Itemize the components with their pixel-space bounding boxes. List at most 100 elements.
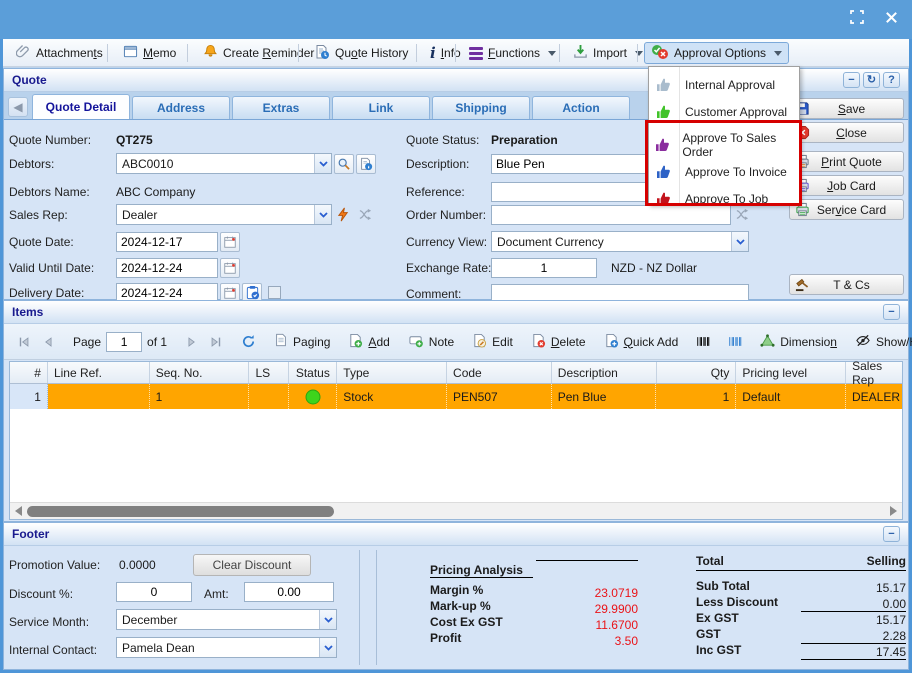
maximize-icon[interactable] xyxy=(848,8,866,26)
menu-item-approve-to-invoice[interactable]: Approve To Invoice xyxy=(649,159,799,185)
calendar-icon[interactable] xyxy=(220,258,240,278)
pricing-values-rule xyxy=(536,560,638,561)
chevron-down-icon[interactable] xyxy=(319,610,336,629)
internal-contact-combo[interactable]: Pamela Dean xyxy=(116,637,337,658)
margin-label: Margin % xyxy=(430,583,483,597)
attachments-button[interactable]: Attachments xyxy=(9,42,110,64)
edit-button[interactable]: Edit xyxy=(467,333,518,351)
prev-page-icon[interactable] xyxy=(36,335,60,349)
pricing-analysis-title: Pricing Analysis xyxy=(430,563,533,578)
quote-number-value: QT275 xyxy=(116,133,153,147)
close-window-icon[interactable] xyxy=(882,8,900,26)
column-header[interactable]: Qty xyxy=(657,362,737,383)
amt-input[interactable] xyxy=(244,582,334,602)
exchange-rate-input[interactable] xyxy=(491,258,597,278)
first-page-icon[interactable] xyxy=(12,335,36,349)
column-header[interactable]: Code xyxy=(447,362,552,383)
note-button[interactable]: Note xyxy=(403,333,459,351)
save-button[interactable]: Save xyxy=(789,98,904,119)
create-reminder-label: Create Reminder xyxy=(223,46,314,60)
calendar-icon[interactable] xyxy=(220,232,240,252)
valid-until-input[interactable] xyxy=(116,258,218,278)
discount-percent-input[interactable] xyxy=(116,582,192,602)
scrollbar-thumb[interactable] xyxy=(27,506,334,517)
sales-rep-cell: DEALER xyxy=(846,384,902,409)
scroll-right-icon[interactable] xyxy=(890,506,897,516)
debtors-combo[interactable]: ABC0010 xyxy=(116,153,332,174)
debtors-name-label: Debtors Name: xyxy=(9,185,90,199)
quote-date-input[interactable] xyxy=(116,232,218,252)
quote-history-label: Quote History xyxy=(335,46,408,60)
paging-button[interactable]: Paging xyxy=(269,333,335,350)
refresh-icon[interactable] xyxy=(236,334,261,349)
last-page-icon[interactable] xyxy=(204,335,228,349)
tab-action[interactable]: Action xyxy=(532,96,630,119)
items-panel-title: Items xyxy=(12,305,43,319)
service-card-button[interactable]: Service Card xyxy=(789,199,904,220)
tab-scroll-left-icon[interactable]: ◀ xyxy=(8,97,28,117)
tab-address[interactable]: Address xyxy=(132,96,230,119)
menu-item-approve-to-job[interactable]: Approve To Job xyxy=(649,186,799,212)
chevron-down-icon[interactable] xyxy=(314,154,331,173)
print-quote-button[interactable]: Print Quote xyxy=(789,151,904,172)
tab-link[interactable]: Link xyxy=(332,96,430,119)
table-row[interactable]: 1 1 Stock PEN507 Pen Blue 1 Default DEAL… xyxy=(10,384,902,409)
column-header[interactable]: LS xyxy=(249,362,289,383)
column-header[interactable]: Sales Rep xyxy=(846,362,902,383)
menu-item-customer-approval[interactable]: Customer Approval xyxy=(649,99,799,125)
add-button[interactable]: Add xyxy=(343,333,394,351)
barcode-icon[interactable] xyxy=(691,334,715,349)
column-header[interactable]: # xyxy=(10,362,48,383)
functions-button[interactable]: Functions xyxy=(462,42,563,64)
dimension-button[interactable]: Dimension xyxy=(755,333,842,351)
minimize-panel-icon[interactable]: − xyxy=(883,304,900,320)
column-header[interactable]: Line Ref. xyxy=(48,362,150,383)
chevron-down-icon[interactable] xyxy=(319,638,336,657)
column-header[interactable]: Status xyxy=(289,362,337,383)
barcode-blue-icon[interactable] xyxy=(723,334,747,349)
delete-button[interactable]: Delete xyxy=(526,333,591,351)
scroll-left-icon[interactable] xyxy=(15,506,22,516)
next-page-icon[interactable] xyxy=(180,335,204,349)
menu-item-internal-approval[interactable]: Internal Approval xyxy=(649,72,799,98)
items-grid: # Line Ref. Seq. No. LS Status Type Code… xyxy=(9,361,903,520)
menu-item-approve-to-sales-order[interactable]: Approve To Sales Order xyxy=(649,132,799,158)
column-header[interactable]: Seq. No. xyxy=(150,362,250,383)
t-and-cs-button[interactable]: T & Cs xyxy=(789,274,904,295)
help-icon[interactable]: ? xyxy=(883,72,900,88)
toolbar-separator xyxy=(637,44,638,62)
clear-discount-button[interactable]: Clear Discount xyxy=(193,554,311,576)
quick-add-button[interactable]: Quick Add xyxy=(599,333,684,351)
lightning-icon[interactable] xyxy=(332,204,354,225)
sales-rep-combo[interactable]: Dealer xyxy=(116,204,332,225)
debtor-info-icon[interactable] xyxy=(356,154,376,174)
show-hide-button[interactable]: Show/Hide xyxy=(850,333,912,351)
purple-bars-icon xyxy=(469,47,483,60)
tab-shipping[interactable]: Shipping xyxy=(432,96,530,119)
job-card-button[interactable]: Job Card xyxy=(789,175,904,196)
page-input[interactable] xyxy=(106,332,142,352)
column-header[interactable]: Type xyxy=(337,362,447,383)
tab-extras[interactable]: Extras xyxy=(232,96,330,119)
create-reminder-button[interactable]: Create Reminder xyxy=(196,42,321,64)
currency-view-combo[interactable]: Document Currency xyxy=(491,231,749,252)
memo-button[interactable]: Memo xyxy=(116,42,183,64)
minimize-panel-icon[interactable]: − xyxy=(843,72,860,88)
service-month-combo[interactable]: December xyxy=(116,609,337,630)
shuffle-icon[interactable] xyxy=(354,204,376,225)
close-button[interactable]: Close xyxy=(789,122,904,143)
document-edit-icon xyxy=(472,333,487,351)
chevron-down-icon[interactable] xyxy=(314,205,331,224)
refresh-panel-icon[interactable]: ↻ xyxy=(863,72,880,88)
chevron-down-icon[interactable] xyxy=(731,232,748,251)
horizontal-scrollbar[interactable] xyxy=(10,502,902,519)
delivery-date-checkbox[interactable] xyxy=(268,286,281,299)
search-icon[interactable] xyxy=(334,154,354,174)
column-header[interactable]: Description xyxy=(552,362,657,383)
column-header[interactable]: Pricing level xyxy=(736,362,846,383)
menu-item-label: Customer Approval xyxy=(679,105,787,119)
approval-options-button[interactable]: Approval Options xyxy=(644,42,789,64)
tab-quote-detail[interactable]: Quote Detail xyxy=(32,94,130,119)
quote-history-button[interactable]: Quote History xyxy=(307,42,415,64)
minimize-panel-icon[interactable]: − xyxy=(883,526,900,542)
